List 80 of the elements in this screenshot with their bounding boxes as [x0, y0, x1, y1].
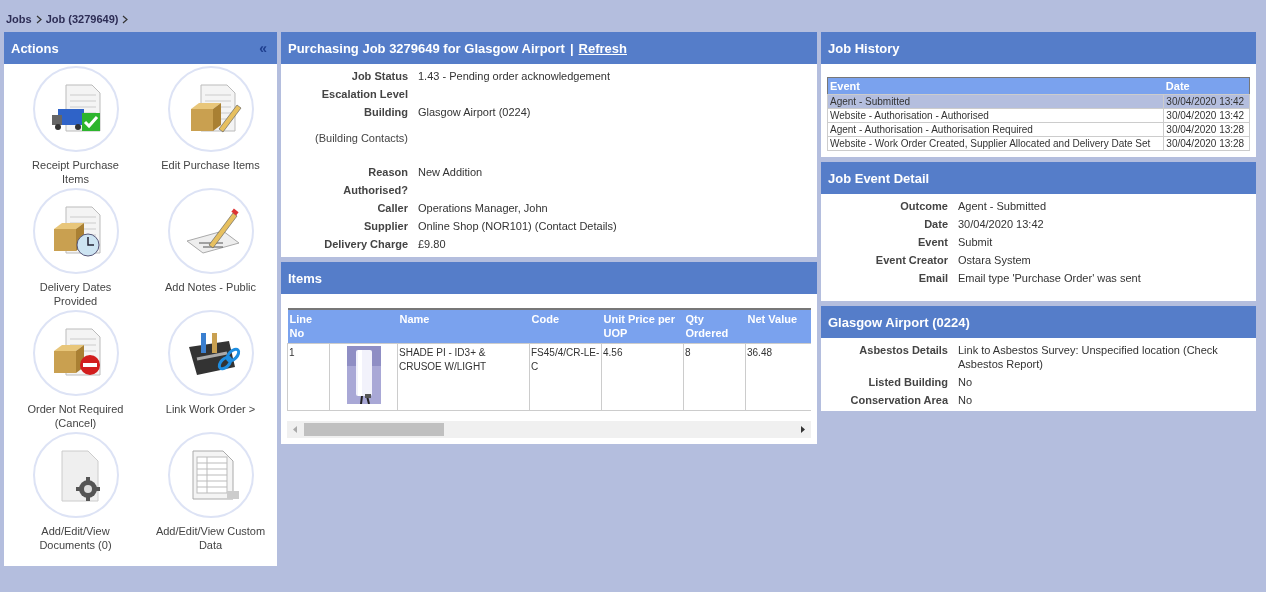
panel-title: Items	[288, 270, 322, 286]
field-value: No	[958, 375, 974, 389]
scrollbar[interactable]	[287, 421, 811, 438]
history-row[interactable]: Agent - Submitted 30/04/2020 13:42	[827, 94, 1250, 109]
field-label: Email	[917, 271, 948, 285]
history-row[interactable]: Website - Work Order Created, Supplier Allocated and Delivery Date Set 30/04/2020 13:28	[827, 136, 1250, 151]
scroll-right-icon	[800, 425, 806, 434]
action-link[interactable]: Add/Edit/View Custom Data	[143, 432, 278, 552]
field-value: Online Shop (NOR101) (Contact Details)	[418, 219, 618, 233]
field-value: 1.43 - Pending order acknowledgement	[418, 69, 611, 83]
refresh-link[interactable]: Refresh	[578, 40, 627, 56]
panel-title: Job History	[828, 40, 900, 56]
field-value: No	[958, 393, 974, 407]
table-cell: 1	[287, 343, 330, 411]
chevron-icon	[122, 14, 129, 24]
field-label: Listed Building	[867, 375, 948, 389]
field-value: Email type 'Purchase Order' was sent	[958, 271, 1142, 285]
panel-title: Glasgow Airport (0224)	[828, 314, 970, 330]
table-cell: Website - Work Order Created, Supplier Allocated and Delivery Date Set	[827, 136, 1164, 151]
field-label: Delivery Charge	[323, 237, 408, 251]
table-cell: 30/04/2020 13:42	[1163, 108, 1250, 123]
column-header: Code	[529, 309, 602, 344]
table-cell: 30/04/2020 13:42	[1163, 94, 1250, 109]
table-cell: Agent - Submitted	[827, 94, 1164, 109]
scroll-left-icon	[292, 425, 298, 434]
field-value: Agent - Submitted	[958, 199, 1048, 213]
table-cell: 30/04/2020 13:28	[1163, 136, 1250, 151]
column-header: Net Value	[745, 309, 811, 344]
field-label: Asbestos Details	[858, 343, 948, 358]
field-label: Reason	[367, 165, 408, 179]
table-cell: FS45/4/CR-LE-C	[529, 343, 602, 411]
field-label: Supplier	[363, 219, 408, 233]
chevron-icon	[35, 14, 42, 24]
column-header: Date	[1163, 77, 1250, 95]
field-value: 30/04/2020 13:42	[958, 217, 1045, 231]
column-header: Line No	[287, 309, 330, 344]
field-label: Conservation Area	[849, 393, 948, 407]
table-cell: Agent - Authorisation - Authorisation Required	[827, 122, 1164, 137]
field-value: Submit	[958, 235, 994, 249]
action-link[interactable]: Add/Edit/View Documents (0)	[8, 432, 143, 552]
field-value: Link to Asbestos Survey: Unspecified location (Check Asbestos Report)	[958, 343, 1219, 371]
table-cell: Website - Authorisation - Authorised	[827, 108, 1164, 123]
table-cell: 4.56	[601, 343, 684, 411]
column-header: Name	[397, 309, 530, 344]
column-header: Unit Price per UOP	[601, 309, 684, 344]
field-label: Building	[363, 105, 408, 119]
table-cell: SHADE PI - ID3+ & CRUSOE W/LIGHT	[397, 343, 530, 411]
field-value: Operations Manager, John	[418, 201, 549, 215]
action-link[interactable]: Link Work Order >	[143, 310, 278, 430]
field-value: New Addition	[418, 165, 484, 179]
action-link[interactable]: Edit Purchase Items	[143, 66, 278, 186]
history-row[interactable]: Website - Authorisation - Authorised 30/04/2020 13:42	[827, 108, 1250, 123]
field-label: Escalation Level	[320, 87, 408, 101]
action-link[interactable]: Receipt Purchase Items	[8, 66, 143, 186]
field-label: Event Creator	[874, 253, 948, 267]
field-value: Ostara System	[958, 253, 1032, 267]
table-cell: 8	[683, 343, 746, 411]
field-label: Authorised?	[342, 183, 408, 197]
field-label: Date	[923, 217, 948, 231]
field-label: Job Status	[350, 69, 408, 83]
breadcrumb-link[interactable]: Job (3279649)	[45, 13, 119, 25]
scroll-thumb[interactable]	[304, 423, 444, 436]
panel-title: Job Event Detail	[828, 170, 930, 186]
field-label: Event	[917, 235, 948, 249]
field-label: Outcome	[899, 199, 948, 213]
field-value: £9.80	[418, 237, 447, 251]
separator: |	[569, 40, 574, 56]
panel-title: Purchasing Job 3279649 for Glasgow Airport	[288, 40, 565, 56]
contacts-link[interactable]: (Building Contacts)	[281, 131, 408, 145]
column-header: Event	[827, 77, 1164, 95]
panel-title: Actions	[11, 40, 59, 56]
field-label: Caller	[376, 201, 408, 215]
field-value: Glasgow Airport (0224)	[418, 105, 532, 119]
table-cell: 30/04/2020 13:28	[1163, 122, 1250, 137]
action-link[interactable]: Add Notes - Public	[143, 188, 278, 308]
history-row[interactable]: Agent - Authorisation - Authorisation Required 30/04/2020 13:28	[827, 122, 1250, 137]
column-header: Qty Ordered	[683, 309, 746, 344]
action-link[interactable]: Order Not Required (Cancel)	[8, 310, 143, 430]
breadcrumb-link[interactable]: Jobs	[6, 13, 32, 25]
action-link[interactable]: Delivery Dates Provided	[8, 188, 143, 308]
